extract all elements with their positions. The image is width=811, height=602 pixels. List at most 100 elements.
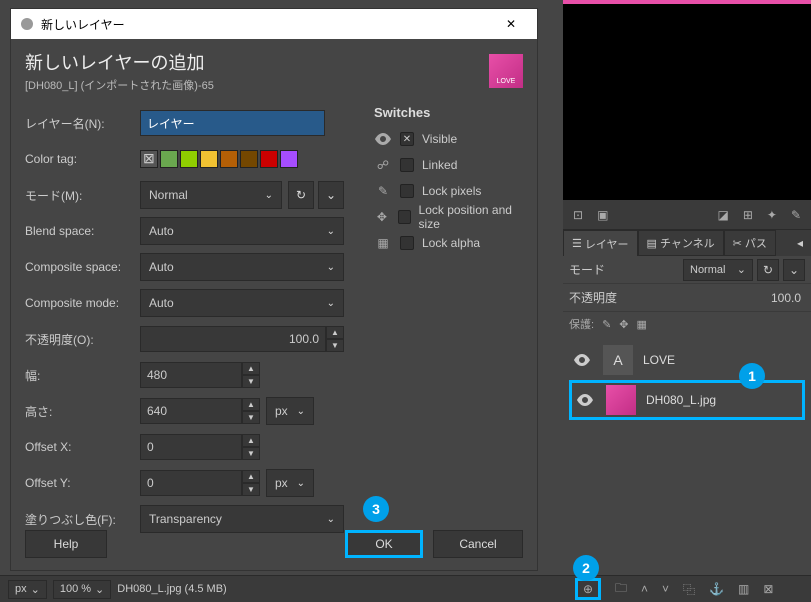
close-icon[interactable]: ✕ — [493, 10, 529, 38]
switch-lock-alpha[interactable]: ▦ Lock alpha — [374, 230, 523, 256]
canvas-toolbar: ⊡ ▣ ◪ ⊞ ✦ ✎ — [563, 200, 811, 230]
color-tag[interactable] — [280, 150, 298, 168]
switch-linked[interactable]: ☍ Linked — [374, 152, 523, 178]
switch-label: Visible — [422, 132, 457, 146]
mode-select[interactable]: Normal⌄ — [140, 181, 282, 209]
switches-title: Switches — [374, 105, 523, 120]
switch-lock-pixels[interactable]: ✎ Lock pixels — [374, 178, 523, 204]
layer-item[interactable]: A LOVE — [569, 340, 805, 380]
checkbox[interactable] — [400, 184, 414, 198]
spin-up-icon[interactable]: ▲ — [326, 326, 344, 339]
brush-icon[interactable]: ✎ — [791, 208, 801, 222]
spin-down-icon[interactable]: ▼ — [242, 483, 260, 496]
zoom-select[interactable]: 100 %⌄ — [53, 580, 111, 599]
help-button[interactable]: Help — [25, 530, 107, 558]
panel-protect-row: 保護: ✎ ✥ ▦ — [563, 312, 811, 336]
layer-down-icon[interactable]: ˅ — [662, 582, 669, 596]
height-field[interactable] — [140, 398, 242, 424]
spin-down-icon[interactable]: ▼ — [242, 447, 260, 460]
switch-lock-position[interactable]: ✥ Lock position and size — [374, 204, 523, 230]
composite-mode-label: Composite mode: — [25, 296, 140, 310]
blend-space-select[interactable]: Auto⌄ — [140, 217, 344, 245]
checkbox[interactable] — [400, 158, 414, 172]
opacity-field[interactable] — [140, 326, 326, 352]
color-tag[interactable] — [180, 150, 198, 168]
composite-space-select[interactable]: Auto⌄ — [140, 253, 344, 281]
offset-x-field[interactable] — [140, 434, 242, 460]
visibility-icon[interactable] — [573, 354, 593, 366]
checkbox[interactable] — [400, 236, 414, 250]
unit-select[interactable]: px⌄ — [8, 580, 47, 599]
delete-icon[interactable]: ⊠ — [763, 582, 773, 596]
callout-1: 1 — [739, 363, 765, 389]
spin-up-icon[interactable]: ▲ — [242, 434, 260, 447]
spin-up-icon[interactable]: ▲ — [242, 398, 260, 411]
dialog-titlebar[interactable]: 新しいレイヤー ✕ — [11, 9, 537, 39]
color-tag[interactable] — [260, 150, 278, 168]
new-group-icon[interactable]: 🗀 — [615, 579, 627, 600]
spin-down-icon[interactable]: ▼ — [242, 411, 260, 424]
checkbox-checked[interactable]: ✕ — [400, 132, 414, 146]
layer-item-selected[interactable]: DH080_L.jpg — [569, 380, 805, 420]
dialog-thumb: LOVE — [489, 54, 523, 88]
panel-mode-reset[interactable]: ↻ — [757, 259, 779, 281]
spin-up-icon[interactable]: ▲ — [242, 470, 260, 483]
spin-down-icon[interactable]: ▼ — [326, 339, 344, 352]
protect-move-icon[interactable]: ✥ — [619, 318, 628, 331]
link-icon: ☍ — [374, 158, 392, 172]
width-input[interactable]: ▲▼ — [140, 362, 260, 388]
switch-visible[interactable]: ✕ Visible — [374, 126, 523, 152]
tool2-icon[interactable]: ⊞ — [743, 208, 753, 222]
offset-unit-select[interactable]: px⌄ — [266, 469, 314, 497]
crop-icon[interactable]: ⊡ — [573, 208, 583, 222]
brush-icon: ✎ — [374, 184, 392, 198]
visibility-icon[interactable] — [576, 394, 596, 406]
offset-y-input[interactable]: ▲▼ — [140, 470, 260, 496]
mode-menu-button[interactable]: ⌄ — [318, 181, 344, 209]
layer-name-input[interactable] — [140, 110, 325, 136]
spin-down-icon[interactable]: ▼ — [242, 375, 260, 388]
color-tag[interactable] — [240, 150, 258, 168]
width-field[interactable] — [140, 362, 242, 388]
layer-name[interactable]: LOVE — [643, 353, 801, 367]
height-input[interactable]: ▲▼ — [140, 398, 260, 424]
merge-icon[interactable]: ▥ — [738, 582, 749, 596]
color-tag[interactable] — [220, 150, 238, 168]
composite-mode-select[interactable]: Auto⌄ — [140, 289, 344, 317]
layer-up-icon[interactable]: ˄ — [641, 582, 648, 596]
composite-space-label: Composite space: — [25, 260, 140, 274]
fill-label: 塗りつぶし色(F): — [25, 511, 140, 528]
levels-icon[interactable]: ◪ — [717, 208, 728, 222]
opacity-input[interactable]: ▲▼ — [140, 326, 344, 352]
offset-y-field[interactable] — [140, 470, 242, 496]
spin-up-icon[interactable]: ▲ — [242, 362, 260, 375]
panel-mode-select[interactable]: Normal⌄ — [683, 259, 753, 281]
checkbox[interactable] — [398, 210, 411, 224]
dialog-footer: Help OK Cancel — [25, 530, 523, 558]
tab-channels[interactable]: ▤チャンネル — [638, 230, 724, 256]
panel-mode-chev[interactable]: ⌄ — [783, 259, 805, 281]
new-layer-button[interactable]: ⊕ — [575, 578, 601, 600]
color-tag[interactable] — [160, 150, 178, 168]
opacity-label: 不透明度(O): — [25, 331, 140, 348]
duplicate-icon[interactable]: ⿻ — [683, 581, 695, 598]
tab-layers[interactable]: ☰レイヤー — [563, 230, 638, 256]
panel-opacity-value[interactable]: 100.0 — [755, 291, 805, 305]
ok-button[interactable]: OK — [345, 530, 423, 558]
color-tag[interactable] — [200, 150, 218, 168]
layer-name[interactable]: DH080_L.jpg — [646, 393, 798, 407]
wand-icon[interactable]: ✦ — [767, 208, 777, 222]
callout-2: 2 — [573, 555, 599, 581]
size-unit-select[interactable]: px⌄ — [266, 397, 314, 425]
protect-alpha-icon[interactable]: ▦ — [637, 318, 647, 331]
offset-x-input[interactable]: ▲▼ — [140, 434, 260, 460]
mode-reset-button[interactable]: ↻ — [288, 181, 314, 209]
panel-menu-icon[interactable]: ◂ — [789, 230, 811, 256]
tool-icon[interactable]: ▣ — [597, 208, 608, 222]
protect-brush-icon[interactable]: ✎ — [602, 318, 611, 331]
tab-paths[interactable]: ✂パス — [724, 230, 776, 256]
anchor-icon[interactable]: ⚓ — [709, 582, 724, 596]
fill-select[interactable]: Transparency⌄ — [140, 505, 344, 533]
color-tag-none[interactable] — [140, 150, 158, 168]
cancel-button[interactable]: Cancel — [433, 530, 523, 558]
